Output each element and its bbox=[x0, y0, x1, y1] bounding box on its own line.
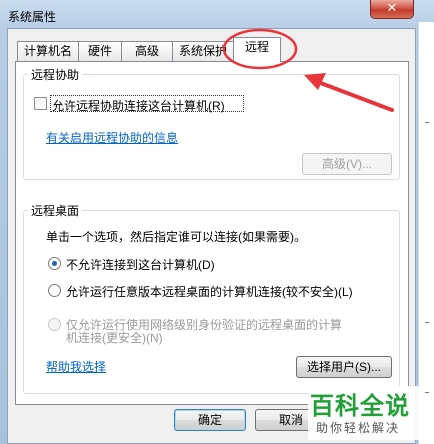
close-button[interactable]: ✕ bbox=[370, 0, 414, 19]
group-title-remote-assistance: 远程协助 bbox=[28, 66, 83, 83]
radio-deny-connections-label[interactable]: 不允许连接到这台计算机(D) bbox=[66, 256, 215, 273]
allow-remote-assistance-checkbox[interactable] bbox=[34, 97, 47, 110]
group-title-remote-desktop: 远程桌面 bbox=[28, 202, 83, 219]
advanced-button[interactable]: 高级(V)... bbox=[302, 153, 392, 175]
window-title: 系统属性 bbox=[8, 10, 57, 24]
radio-allow-any-version-label[interactable]: 允许运行任意版本远程桌面的计算机连接(较不安全)(L) bbox=[66, 283, 353, 300]
radio-allow-nla-only-label-line2: 机连接(更安全)(N) bbox=[66, 331, 163, 345]
help-me-choose-link[interactable]: 帮助我选择 bbox=[46, 358, 106, 375]
radio-allow-nla-only[interactable] bbox=[48, 318, 61, 331]
allow-remote-assistance-label[interactable]: 允许远程协助连接这台计算机(R) bbox=[52, 97, 225, 114]
remote-desktop-instruction: 单击一个选项，然后指定谁可以连接(如果需要)。 bbox=[46, 230, 306, 244]
strip-mark bbox=[425, 122, 429, 123]
radio-allow-any-version[interactable] bbox=[48, 284, 61, 297]
tab-advanced[interactable]: 高级 bbox=[121, 41, 173, 61]
dialog-client: 计算机名 硬件 高级 系统保护 远程 远程协助 允许远程协助连接这台计算机(R)… bbox=[7, 28, 416, 444]
background-window-strip bbox=[418, 22, 434, 444]
tab-panel-remote: 远程协助 允许远程协助连接这台计算机(R) 有关启用远程协助的信息 高级(V).… bbox=[15, 61, 409, 405]
strip-mark bbox=[425, 392, 429, 393]
watermark-sub-text: 助你轻松解决 bbox=[316, 421, 401, 435]
watermark-main-text: 百科全说 bbox=[310, 392, 410, 420]
tab-hardware[interactable]: 硬件 bbox=[78, 41, 122, 61]
watermark: 百科全说 助你轻松解决 bbox=[308, 386, 420, 440]
select-users-button[interactable]: 选择用户(S)... bbox=[296, 356, 392, 378]
radio-deny-connections[interactable] bbox=[48, 257, 61, 270]
close-icon: ✕ bbox=[386, 1, 398, 16]
remote-assistance-info-link[interactable]: 有关启用远程协助的信息 bbox=[46, 129, 178, 146]
tab-system-protection[interactable]: 系统保护 bbox=[172, 41, 234, 61]
window-frame: 系统属性 ✕ 计算机名 硬件 高级 系统保护 远程 远程协助 允许远程协助连接这… bbox=[0, 0, 434, 444]
tab-remote[interactable]: 远程 bbox=[233, 37, 281, 62]
tab-computer-name[interactable]: 计算机名 bbox=[17, 41, 79, 61]
strip-mark bbox=[425, 322, 429, 323]
ok-button[interactable]: 确定 bbox=[174, 409, 246, 431]
